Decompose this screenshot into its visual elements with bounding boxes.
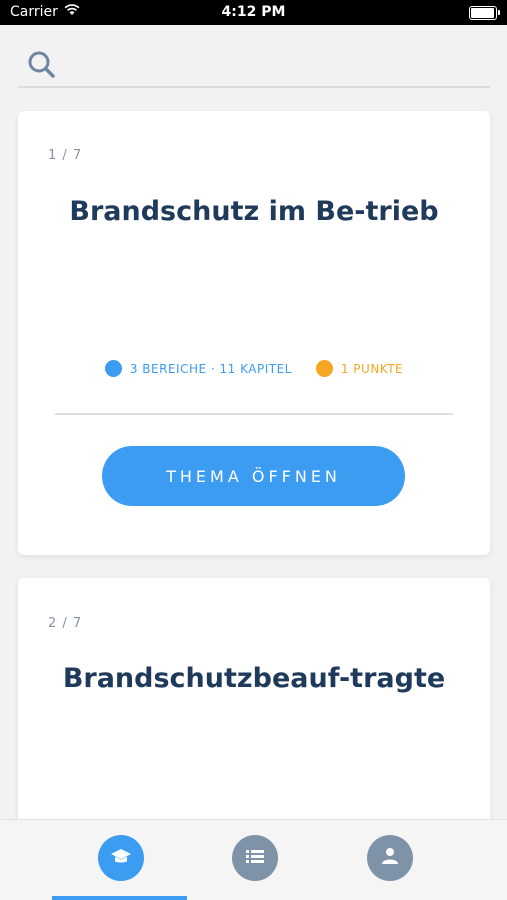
person-icon: [381, 847, 399, 869]
topic-meta: 3 BEREICHE · 11 KAPITEL 1 PUNKTE: [18, 360, 490, 377]
tab-learn[interactable]: [98, 835, 144, 881]
battery-icon: [469, 6, 500, 20]
points-info: 1 PUNKTE: [315, 360, 404, 377]
tab-profile[interactable]: [367, 835, 413, 881]
tab-list[interactable]: [232, 835, 278, 881]
sections-text: 3 BEREICHE · 11 KAPITEL: [129, 361, 292, 376]
sections-dot-icon: [104, 360, 122, 377]
topic-title: Brandschutzbeauf-tragte: [58, 662, 450, 696]
topic-title-text: Brandschutz im Be-trieb: [69, 196, 439, 227]
battery-level: [471, 8, 494, 18]
topic-title: Brandschutz im Be-trieb: [58, 195, 450, 229]
topic-card[interactable]: 2 / 7 Brandschutzbeauf-tragte: [18, 578, 490, 838]
sections-info: 3 BEREICHE · 11 KAPITEL: [104, 360, 292, 377]
topic-counter: 2 / 7: [48, 616, 83, 631]
active-tab-indicator: [52, 896, 187, 900]
topic-counter: 1 / 7: [48, 148, 83, 163]
topic-card[interactable]: 1 / 7 Brandschutz im Be-trieb 3 BEREICHE…: [18, 111, 490, 555]
status-time: 4:12 PM: [221, 4, 286, 20]
points-text: 1 PUNKTE: [340, 361, 404, 376]
open-topic-button[interactable]: THEMA ÖFFNEN: [102, 446, 405, 506]
search-bar[interactable]: [18, 44, 490, 88]
divider: [55, 413, 453, 415]
points-dot-icon: [315, 360, 333, 377]
status-bar: Carrier 4:12 PM: [0, 0, 507, 25]
graduation-cap-icon: [110, 846, 132, 870]
search-icon[interactable]: [26, 50, 60, 84]
topic-title-text: Brandschutzbeauf-tragte: [62, 663, 446, 694]
tab-bar: [0, 819, 507, 900]
list-icon: [245, 848, 265, 868]
